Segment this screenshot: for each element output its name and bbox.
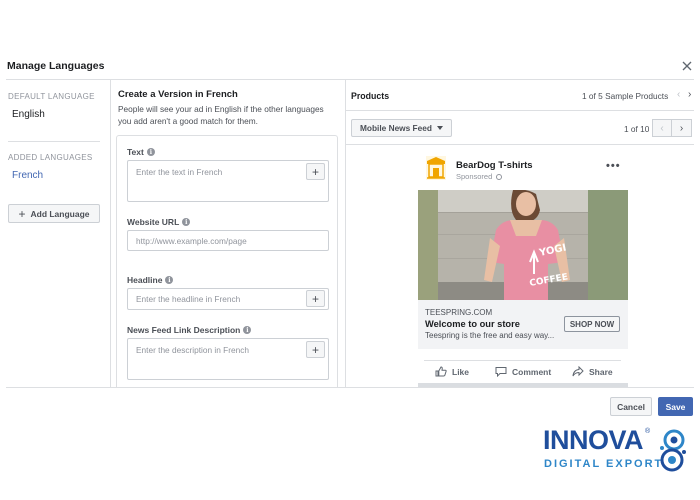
thumbs-up-icon <box>435 366 447 377</box>
share-icon <box>572 366 584 377</box>
ad-product-image: YOGI COFFEE <box>418 190 628 300</box>
prev-page-button[interactable]: ‹ <box>652 119 672 137</box>
info-icon[interactable]: i <box>243 326 252 334</box>
brand-mark-icon <box>660 429 686 472</box>
comment-icon <box>495 367 507 377</box>
headline-input[interactable]: Enter the headline in French + <box>127 288 329 310</box>
ad-domain: TEESPRING.COM <box>425 308 493 317</box>
storefront-logo-icon <box>426 156 446 180</box>
chevron-left-icon[interactable]: ‹ <box>677 89 680 100</box>
info-icon[interactable]: i <box>182 218 191 226</box>
link-description-placeholder: Enter the description in French <box>136 345 249 355</box>
added-languages-label: ADDED LANGUAGES <box>8 153 93 162</box>
like-button[interactable]: Like <box>435 366 469 377</box>
placement-dropdown[interactable]: Mobile News Feed <box>351 119 452 137</box>
website-url-placeholder: http://www.example.com/page <box>136 236 247 246</box>
brand-tagline: DIGITAL EXPORT <box>544 458 664 470</box>
cancel-button[interactable]: Cancel <box>610 397 652 416</box>
save-button[interactable]: Save <box>658 397 693 416</box>
ad-headline: Welcome to our store <box>425 319 520 329</box>
form-description: People will see your ad in English if th… <box>118 104 324 126</box>
page-count: 1 of 10 <box>624 124 650 134</box>
ad-page-name[interactable]: BearDog T-shirts <box>456 160 533 171</box>
add-language-label: Add Language <box>30 208 90 219</box>
ad-actions-divider <box>424 360 621 361</box>
ad-description: Teespring is the free and easy way... <box>425 331 555 340</box>
next-page-button[interactable]: › <box>672 119 692 137</box>
default-language-label: DEFAULT LANGUAGE <box>8 92 95 101</box>
preview-divider <box>346 110 694 111</box>
added-language-french[interactable]: French <box>12 170 43 181</box>
more-options-icon[interactable]: ••• <box>606 160 621 172</box>
link-description-label: News Feed Link Description i <box>127 325 252 335</box>
headline-placeholder: Enter the headline in French <box>136 294 241 304</box>
plus-icon: + <box>18 206 26 221</box>
chevron-right-icon[interactable]: › <box>688 89 691 100</box>
default-language-value: English <box>12 109 45 120</box>
link-description-input[interactable]: Enter the description in French + <box>127 338 329 380</box>
dialog-title: Manage Languages <box>7 60 105 72</box>
website-url-input[interactable]: http://www.example.com/page <box>127 230 329 251</box>
headline-label: Headline i <box>127 275 174 285</box>
comment-button[interactable]: Comment <box>495 366 551 377</box>
sidebar-divider <box>8 141 100 142</box>
footer-divider <box>6 387 694 388</box>
preview-divider-2 <box>346 144 694 145</box>
globe-icon <box>496 174 503 181</box>
website-url-label: Website URL i <box>127 217 191 227</box>
link-description-add-button[interactable]: + <box>306 341 325 358</box>
info-icon[interactable]: i <box>146 148 155 156</box>
column-divider-right <box>345 80 346 387</box>
close-icon[interactable] <box>680 59 694 73</box>
caret-down-icon <box>437 126 443 130</box>
column-divider-left <box>110 80 111 387</box>
brand-logo-wordmark: INNOVA <box>543 425 644 455</box>
products-label: Products <box>351 91 390 101</box>
add-language-button[interactable]: + Add Language <box>8 204 100 223</box>
text-input-placeholder: Enter the text in French <box>136 167 223 177</box>
text-field-label: Text i <box>127 147 155 157</box>
text-add-button[interactable]: + <box>306 163 325 180</box>
text-input[interactable]: Enter the text in French + <box>127 160 329 202</box>
placement-value: Mobile News Feed <box>360 123 432 133</box>
share-button[interactable]: Share <box>572 366 613 377</box>
form-title: Create a Version in French <box>118 89 238 100</box>
ad-sponsored-label: Sponsored <box>456 172 503 181</box>
brand-registered-mark: ® <box>645 428 651 435</box>
headline-add-button[interactable]: + <box>306 290 325 307</box>
shop-now-button[interactable]: SHOP NOW <box>564 316 620 332</box>
sample-count: 1 of 5 Sample Products <box>582 91 669 101</box>
info-icon[interactable]: i <box>165 276 174 284</box>
